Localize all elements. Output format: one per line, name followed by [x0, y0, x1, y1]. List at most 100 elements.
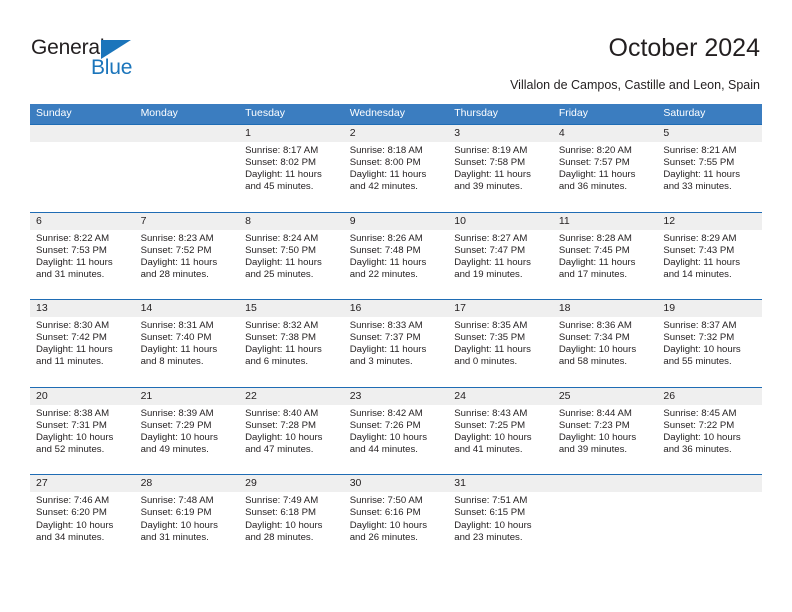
daylight-text-line1: Daylight: 10 hours — [558, 431, 637, 443]
daylight-text-line2: and 14 minutes. — [663, 268, 732, 280]
daylight-text-line1: Daylight: 10 hours — [245, 519, 323, 531]
day-details: Sunrise: 8:38 AM Sunset: 7:31 PM Dayligh… — [30, 405, 135, 456]
day-details: Sunrise: 8:28 AM Sunset: 7:45 PM Dayligh… — [553, 230, 658, 281]
day-details: Sunrise: 8:24 AM Sunset: 7:50 PM Dayligh… — [239, 230, 344, 281]
day-cell[interactable] — [30, 125, 135, 212]
daylight-text-line2: and 52 minutes. — [36, 444, 105, 456]
daylight-text-line2: and 8 minutes. — [140, 356, 204, 368]
daylight-text-line1: Daylight: 11 hours — [349, 169, 427, 181]
day-cell[interactable]: 5 Sunrise: 8:21 AM Sunset: 7:55 PM Dayli… — [657, 125, 762, 212]
day-cell[interactable]: 30 Sunrise: 7:50 AM Sunset: 6:16 PM Dayl… — [343, 475, 449, 562]
sunset-text: Sunset: 7:43 PM — [663, 244, 735, 256]
calendar-page: General Blue October 2024 Villalon de Ca… — [0, 0, 792, 612]
day-cell[interactable]: 3 Sunrise: 8:19 AM Sunset: 7:58 PM Dayli… — [448, 125, 553, 212]
day-cell[interactable]: 1 Sunrise: 8:17 AM Sunset: 8:02 PM Dayli… — [239, 125, 344, 212]
generalblue-logo[interactable]: General Blue — [31, 36, 191, 84]
day-number: 20 — [30, 387, 135, 405]
daylight-text-line2: and 39 minutes. — [454, 181, 523, 193]
sunrise-text: Sunrise: 8:38 AM — [36, 407, 110, 419]
sunrise-text: Sunrise: 8:17 AM — [245, 145, 319, 156]
sunset-text: Sunset: 7:37 PM — [349, 332, 421, 344]
day-cell[interactable]: 28 Sunrise: 7:48 AM Sunset: 6:19 PM Dayl… — [134, 475, 240, 562]
day-details: Sunrise: 8:19 AM Sunset: 7:58 PM Dayligh… — [448, 142, 553, 193]
day-cell[interactable]: 6 Sunrise: 8:22 AM Sunset: 7:53 PM Dayli… — [30, 212, 135, 300]
day-cell[interactable]: 24 Sunrise: 8:43 AM Sunset: 7:25 PM Dayl… — [448, 387, 553, 475]
sunset-text: Sunset: 7:53 PM — [36, 244, 107, 256]
sunset-text: Sunset: 7:29 PM — [140, 419, 212, 431]
day-number: 12 — [657, 212, 762, 230]
day-cell[interactable]: 16 Sunrise: 8:33 AM Sunset: 7:37 PM Dayl… — [343, 300, 449, 387]
day-cell[interactable]: 27 Sunrise: 7:46 AM Sunset: 6:20 PM Dayl… — [30, 475, 135, 562]
sunrise-text: Sunrise: 7:48 AM — [140, 495, 214, 507]
sunset-text: Sunset: 6:19 PM — [140, 507, 212, 519]
daylight-text-line1: Daylight: 11 hours — [140, 256, 218, 268]
sunrise-text: Sunrise: 8:37 AM — [663, 320, 737, 332]
day-details: Sunrise: 7:50 AM Sunset: 6:16 PM Dayligh… — [344, 492, 449, 543]
day-details: Sunrise: 8:44 AM Sunset: 7:23 PM Dayligh… — [553, 405, 658, 456]
day-cell[interactable]: 31 Sunrise: 7:51 AM Sunset: 6:15 PM Dayl… — [448, 475, 553, 562]
day-number: 29 — [239, 475, 344, 493]
page-title: October 2024 — [608, 34, 761, 62]
day-cell[interactable]: 23 Sunrise: 8:42 AM Sunset: 7:26 PM Dayl… — [343, 387, 449, 475]
day-number: 7 — [134, 212, 240, 230]
day-cell[interactable]: 4 Sunrise: 8:20 AM Sunset: 7:57 PM Dayli… — [552, 125, 658, 212]
day-cell[interactable]: 2 Sunrise: 8:18 AM Sunset: 8:00 PM Dayli… — [343, 125, 449, 212]
daylight-text-line1: Daylight: 10 hours — [140, 431, 218, 443]
daylight-text-line2: and 36 minutes. — [663, 444, 732, 456]
day-cell[interactable]: 18 Sunrise: 8:36 AM Sunset: 7:34 PM Dayl… — [552, 300, 658, 387]
sunrise-text: Sunrise: 8:24 AM — [245, 232, 319, 244]
sunset-text: Sunset: 6:18 PM — [245, 507, 317, 519]
day-number: 2 — [343, 125, 449, 142]
day-cell[interactable]: 9 Sunrise: 8:26 AM Sunset: 7:48 PM Dayli… — [343, 212, 449, 300]
day-cell[interactable] — [657, 475, 762, 562]
day-cell[interactable]: 8 Sunrise: 8:24 AM Sunset: 7:50 PM Dayli… — [239, 212, 344, 300]
daylight-text-line2: and 41 minutes. — [454, 444, 523, 456]
sunset-text: Sunset: 7:22 PM — [663, 419, 735, 431]
day-cell[interactable]: 25 Sunrise: 8:44 AM Sunset: 7:23 PM Dayl… — [552, 387, 658, 475]
day-cell[interactable]: 21 Sunrise: 8:39 AM Sunset: 7:29 PM Dayl… — [134, 387, 240, 475]
day-number: 11 — [552, 212, 658, 230]
calendar-grid: Sunday Monday Tuesday Wednesday Thursday… — [30, 104, 762, 562]
day-cell[interactable]: 12 Sunrise: 8:29 AM Sunset: 7:43 PM Dayl… — [657, 212, 762, 300]
daylight-text-line2: and 19 minutes. — [454, 268, 523, 280]
day-cell[interactable] — [552, 475, 658, 562]
page-header: General Blue October 2024 Villalon de Ca… — [0, 0, 792, 100]
day-cell[interactable]: 11 Sunrise: 8:28 AM Sunset: 7:45 PM Dayl… — [552, 212, 658, 300]
sunrise-text: Sunrise: 8:39 AM — [140, 407, 214, 419]
day-details: Sunrise: 8:17 AM Sunset: 8:02 PM Dayligh… — [239, 142, 344, 193]
sunset-text: Sunset: 7:23 PM — [558, 419, 630, 431]
day-cell[interactable]: 20 Sunrise: 8:38 AM Sunset: 7:31 PM Dayl… — [30, 387, 135, 475]
weekday-header-wednesday: Wednesday — [349, 107, 405, 119]
day-number — [30, 125, 135, 142]
day-cell[interactable]: 10 Sunrise: 8:27 AM Sunset: 7:47 PM Dayl… — [448, 212, 553, 300]
day-cell[interactable]: 26 Sunrise: 8:45 AM Sunset: 7:22 PM Dayl… — [657, 387, 762, 475]
day-cell[interactable]: 7 Sunrise: 8:23 AM Sunset: 7:52 PM Dayli… — [134, 212, 240, 300]
daylight-text-line1: Daylight: 10 hours — [36, 519, 114, 531]
day-cell[interactable]: 19 Sunrise: 8:37 AM Sunset: 7:32 PM Dayl… — [657, 300, 762, 387]
day-cell[interactable]: 22 Sunrise: 8:40 AM Sunset: 7:28 PM Dayl… — [239, 387, 344, 475]
daylight-text-line1: Daylight: 10 hours — [663, 344, 741, 356]
sunset-text: Sunset: 7:38 PM — [245, 332, 317, 344]
day-cell[interactable]: 13 Sunrise: 8:30 AM Sunset: 7:42 PM Dayl… — [30, 300, 135, 387]
sunrise-text: Sunrise: 8:44 AM — [558, 407, 632, 419]
sunset-text: Sunset: 7:28 PM — [245, 419, 317, 431]
calendar-week-row: 27 Sunrise: 7:46 AM Sunset: 6:20 PM Dayl… — [30, 474, 762, 562]
sunset-text: Sunset: 7:25 PM — [454, 419, 526, 431]
sunrise-text: Sunrise: 8:26 AM — [349, 232, 423, 244]
daylight-text-line1: Daylight: 11 hours — [245, 256, 322, 268]
daylight-text-line1: Daylight: 10 hours — [558, 344, 637, 356]
day-details: Sunrise: 7:48 AM Sunset: 6:19 PM Dayligh… — [135, 492, 240, 543]
day-details: Sunrise: 8:29 AM Sunset: 7:43 PM Dayligh… — [657, 230, 762, 281]
day-cell[interactable]: 29 Sunrise: 7:49 AM Sunset: 6:18 PM Dayl… — [239, 475, 344, 562]
sunset-text: Sunset: 7:42 PM — [36, 332, 107, 344]
sunset-text: Sunset: 6:16 PM — [349, 507, 421, 519]
daylight-text-line1: Daylight: 10 hours — [663, 431, 741, 443]
day-cell[interactable] — [134, 125, 240, 212]
day-cell[interactable]: 14 Sunrise: 8:31 AM Sunset: 7:40 PM Dayl… — [134, 300, 240, 387]
day-cell[interactable]: 15 Sunrise: 8:32 AM Sunset: 7:38 PM Dayl… — [239, 300, 344, 387]
day-cell[interactable]: 17 Sunrise: 8:35 AM Sunset: 7:35 PM Dayl… — [448, 300, 553, 387]
sunset-text: Sunset: 7:31 PM — [36, 419, 107, 431]
day-details: Sunrise: 8:42 AM Sunset: 7:26 PM Dayligh… — [344, 405, 449, 456]
day-details: Sunrise: 7:49 AM Sunset: 6:18 PM Dayligh… — [239, 492, 344, 543]
sunset-text: Sunset: 7:35 PM — [454, 332, 526, 344]
